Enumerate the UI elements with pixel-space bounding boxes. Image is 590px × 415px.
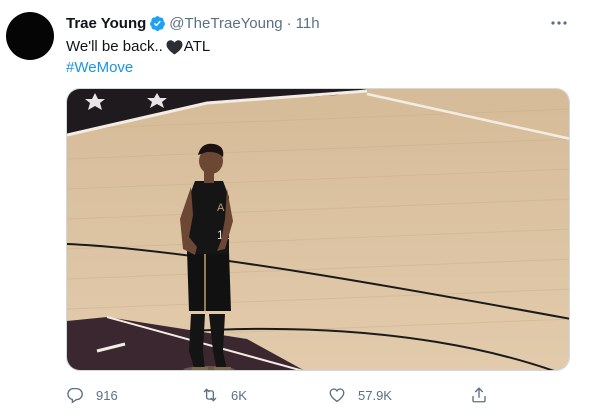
svg-text:A: A xyxy=(217,202,225,214)
share-button[interactable] xyxy=(470,384,488,406)
reply-button[interactable]: 916 xyxy=(66,384,118,406)
tweet-text-atl: ATL xyxy=(183,37,211,55)
retweet-button[interactable]: 6K xyxy=(201,384,247,406)
avatar[interactable] xyxy=(6,12,54,60)
more-options-icon[interactable] xyxy=(548,16,570,30)
timestamp[interactable]: 11h xyxy=(296,15,320,32)
tweet-media-photo[interactable]: A 11 xyxy=(66,88,570,371)
reply-count: 916 xyxy=(96,387,118,403)
like-button[interactable]: 57.9K xyxy=(328,384,392,406)
retweet-icon xyxy=(203,388,217,402)
display-name[interactable]: Trae Young xyxy=(66,15,146,32)
verified-badge-icon xyxy=(149,15,166,32)
like-count: 57.9K xyxy=(358,387,392,403)
reply-icon xyxy=(67,387,83,404)
share-icon xyxy=(472,387,486,403)
tweet-header: Trae Young @TheTraeYoung · 11h xyxy=(66,13,320,33)
user-handle[interactable]: @TheTraeYoung xyxy=(169,15,282,32)
black-heart-icon xyxy=(166,39,183,55)
retweet-count: 6K xyxy=(231,387,247,403)
tweet-card[interactable]: Trae Young @TheTraeYoung · 11h We'll be … xyxy=(0,0,590,415)
tweet-text-main: We'll be back.. xyxy=(66,37,163,55)
tweet-actions: 916 6K 57.9K xyxy=(66,384,506,406)
tweet-text: We'll be back.. ATL #WeMove xyxy=(66,36,210,78)
separator-dot: · xyxy=(286,14,292,32)
heart-outline-icon xyxy=(329,388,345,403)
hashtag-link[interactable]: #WeMove xyxy=(66,58,133,78)
